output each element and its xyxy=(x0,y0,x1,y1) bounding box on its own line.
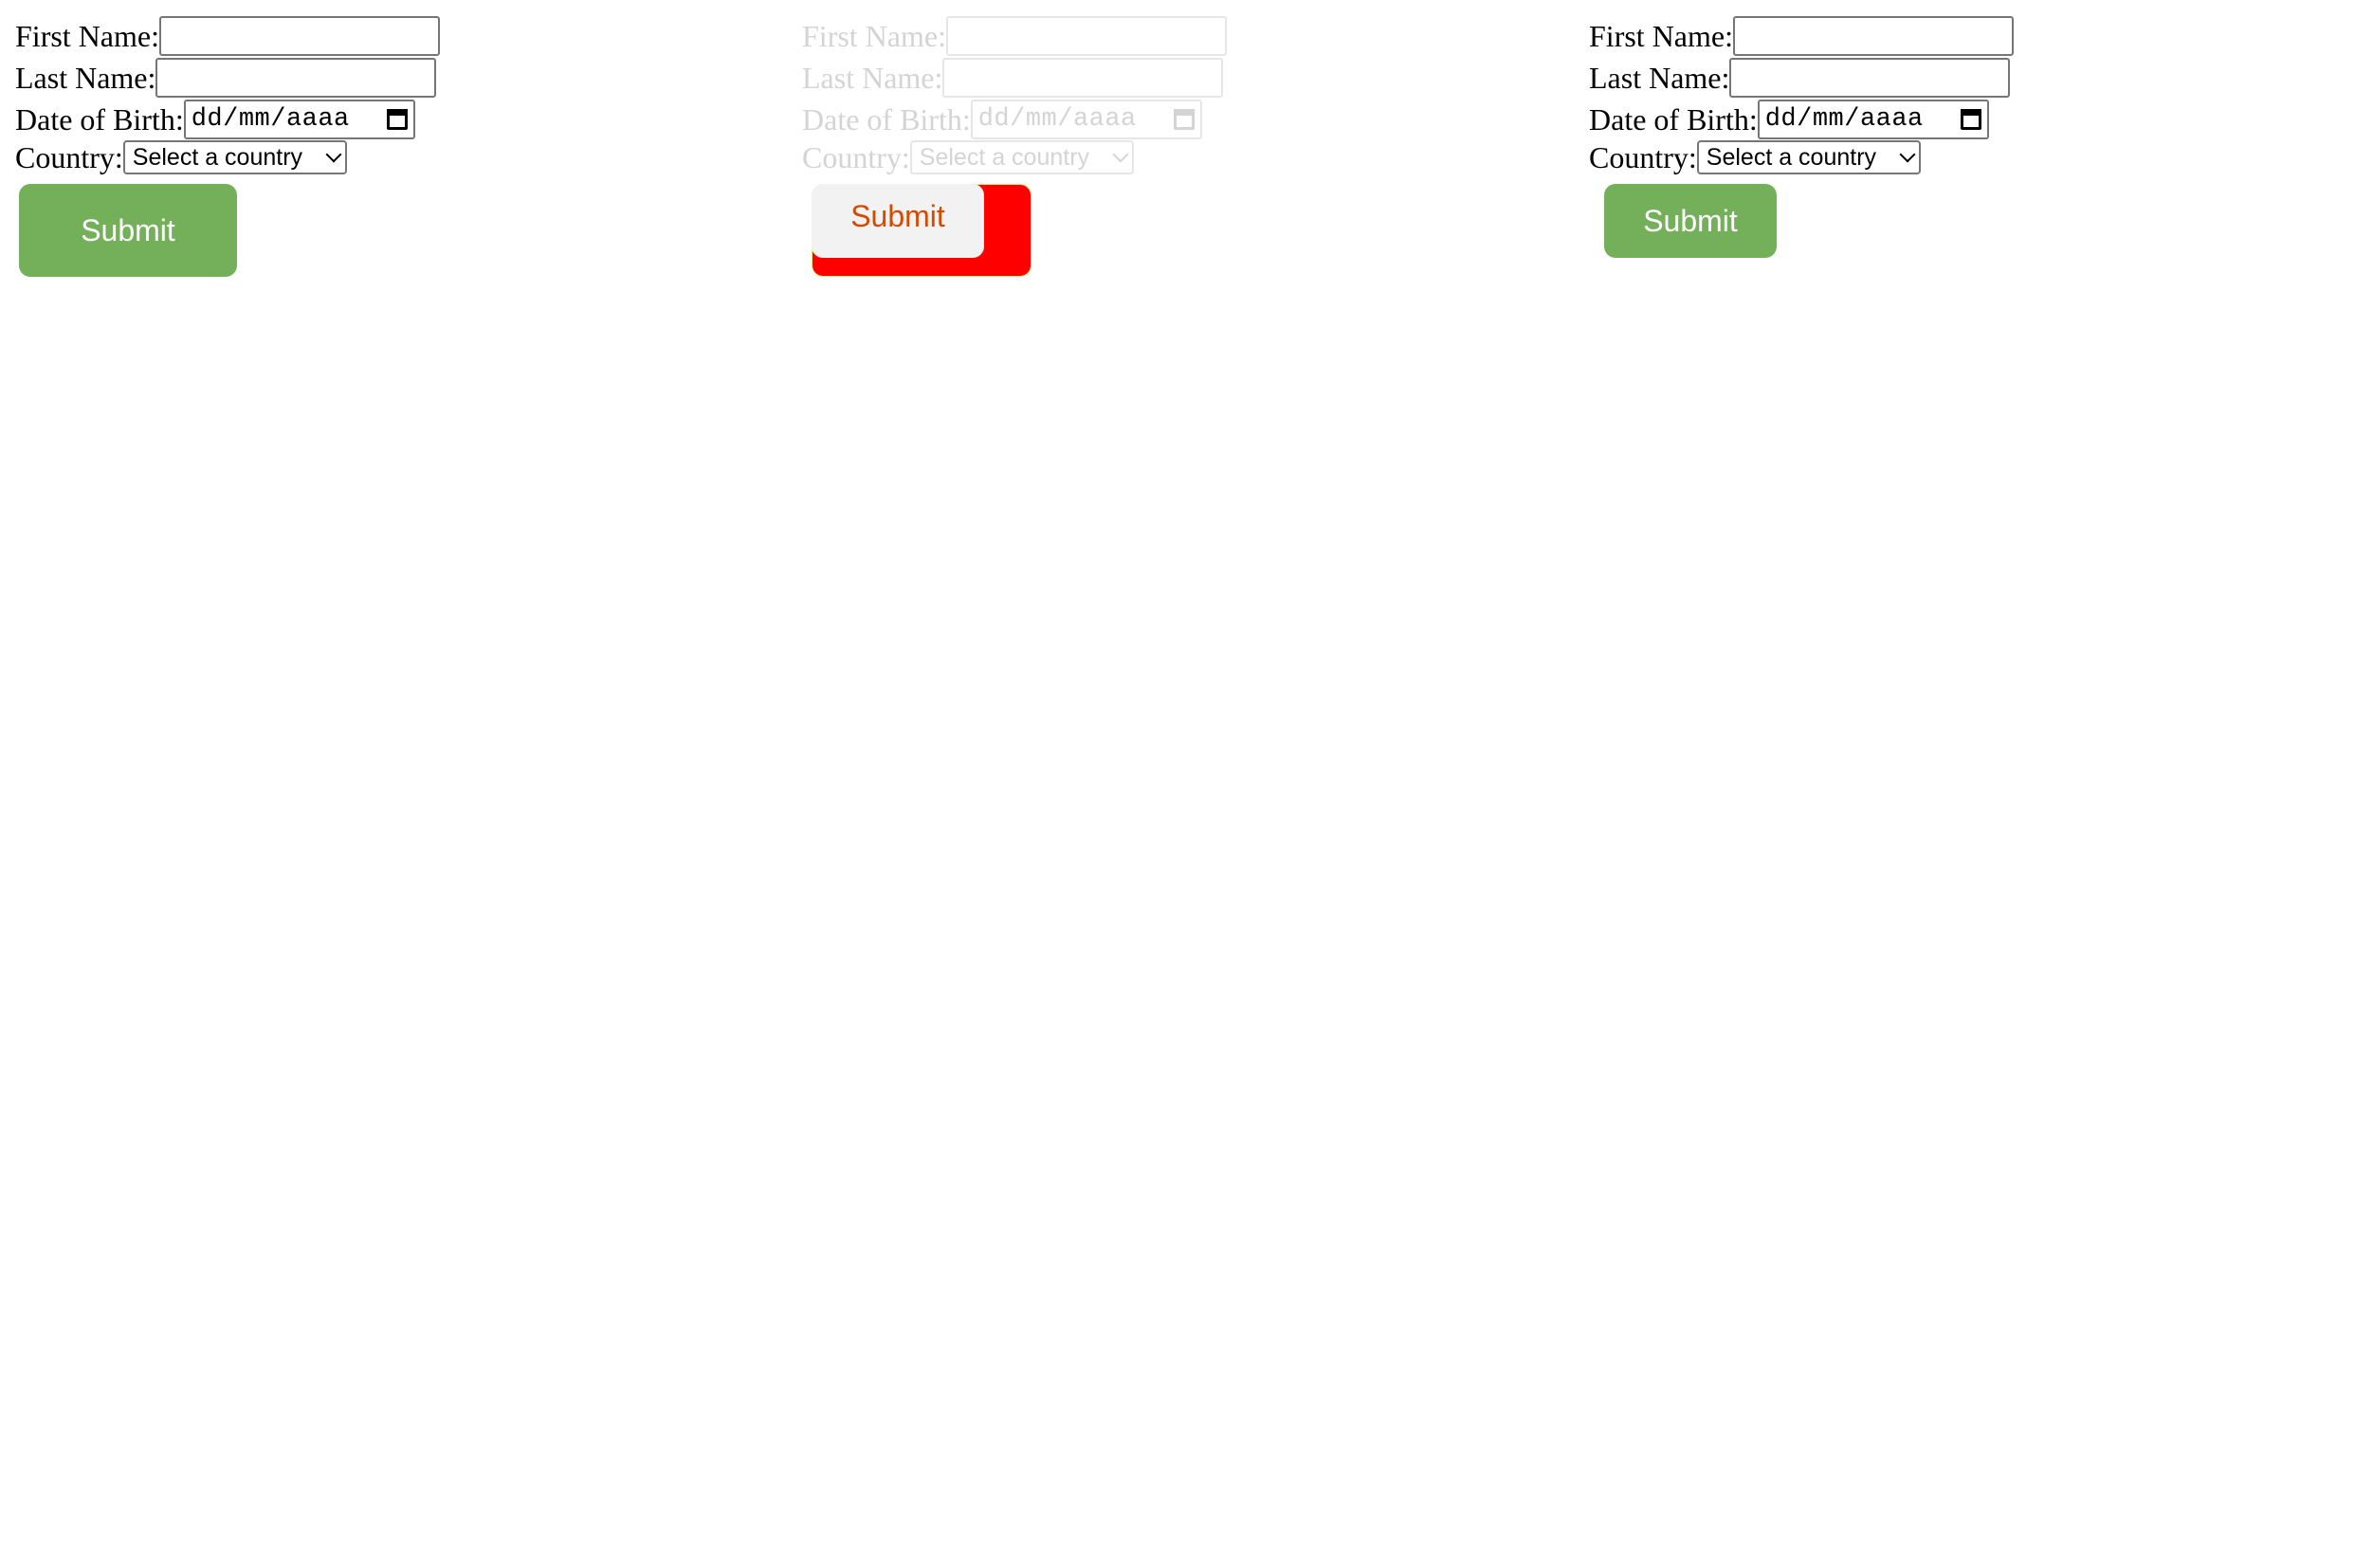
dob-row: Date of Birth: dd/mm/aaaa xyxy=(1589,99,1989,140)
calendar-icon[interactable] xyxy=(1960,109,1981,130)
dob-placeholder: dd/mm/aaaa xyxy=(1764,105,1924,134)
last-name-row: Last Name: xyxy=(15,57,437,99)
first-name-row: First Name: xyxy=(15,15,440,57)
form-panel-2: First Name: Last Name: Date of Birth: dd… xyxy=(787,0,1574,303)
calendar-icon[interactable] xyxy=(1173,109,1195,130)
chevron-down-icon xyxy=(1899,146,1916,163)
dob-label: Date of Birth: xyxy=(1589,102,1758,137)
country-label: Country: xyxy=(802,140,910,174)
country-select-value: Select a country xyxy=(1706,143,1877,171)
dob-label: Date of Birth: xyxy=(15,102,184,137)
last-name-label: Last Name: xyxy=(802,61,943,95)
submit-button-grey[interactable]: Submit xyxy=(812,184,984,258)
country-row: Country: Select a country xyxy=(15,140,347,174)
last-name-label: Last Name: xyxy=(15,61,156,95)
dob-label: Date of Birth: xyxy=(802,102,971,137)
dob-input[interactable]: dd/mm/aaaa xyxy=(970,100,1202,139)
first-name-label: First Name: xyxy=(15,19,159,53)
country-label: Country: xyxy=(15,140,123,174)
first-name-label: First Name: xyxy=(1589,19,1733,53)
last-name-input[interactable] xyxy=(155,58,437,98)
first-name-row: First Name: xyxy=(1589,15,2014,57)
country-select[interactable]: Select a country xyxy=(122,140,347,174)
country-select-value: Select a country xyxy=(919,143,1090,171)
calendar-icon[interactable] xyxy=(386,109,408,130)
country-label: Country: xyxy=(1589,140,1697,174)
first-name-input[interactable] xyxy=(1732,16,2014,56)
submit-button[interactable]: Submit xyxy=(19,184,237,277)
first-name-input[interactable] xyxy=(158,16,440,56)
dob-placeholder: dd/mm/aaaa xyxy=(191,105,350,134)
first-name-input[interactable] xyxy=(945,16,1227,56)
form-panel-3: First Name: Last Name: Date of Birth: dd… xyxy=(1574,0,2355,303)
dob-row: Date of Birth: dd/mm/aaaa xyxy=(15,99,415,140)
dob-input[interactable]: dd/mm/aaaa xyxy=(183,100,415,139)
form-panel-1: First Name: Last Name: Date of Birth: dd… xyxy=(0,0,787,303)
chevron-down-icon xyxy=(1112,146,1129,163)
country-select-value: Select a country xyxy=(132,143,303,171)
country-select[interactable]: Select a country xyxy=(1696,140,1921,174)
chevron-down-icon xyxy=(325,146,342,163)
country-row: Country: Select a country xyxy=(802,140,1134,174)
last-name-input[interactable] xyxy=(1729,58,2011,98)
country-row: Country: Select a country xyxy=(1589,140,1921,174)
first-name-row: First Name: xyxy=(802,15,1227,57)
last-name-label: Last Name: xyxy=(1589,61,1730,95)
last-name-row: Last Name: xyxy=(802,57,1224,99)
submit-button[interactable]: Submit xyxy=(1604,184,1777,258)
dob-input[interactable]: dd/mm/aaaa xyxy=(1757,100,1989,139)
first-name-label: First Name: xyxy=(802,19,946,53)
country-select[interactable]: Select a country xyxy=(909,140,1134,174)
dob-placeholder: dd/mm/aaaa xyxy=(977,105,1137,134)
last-name-row: Last Name: xyxy=(1589,57,2011,99)
last-name-input[interactable] xyxy=(942,58,1224,98)
dob-row: Date of Birth: dd/mm/aaaa xyxy=(802,99,1202,140)
